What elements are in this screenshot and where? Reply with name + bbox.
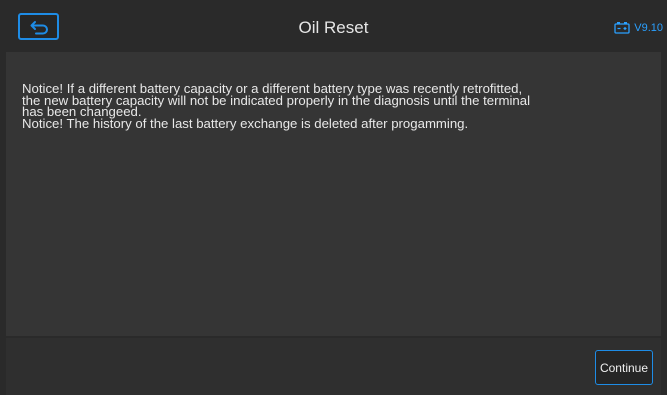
notice-message: Notice! If a different battery capacity …	[22, 82, 640, 131]
continue-button[interactable]: Continue	[595, 350, 653, 385]
version-label: V9.10	[634, 21, 663, 34]
back-arrow-icon	[28, 19, 50, 35]
title-bar: Oil Reset V9.10	[0, 0, 667, 52]
back-button[interactable]	[18, 13, 59, 40]
version-indicator: V9.10	[614, 21, 663, 34]
message-line: Notice! The history of the last battery …	[22, 115, 469, 131]
battery-icon	[614, 22, 630, 34]
footer-bar: Continue	[6, 338, 661, 395]
app-window: Oil Reset V9.10 Notice! If a different b…	[0, 0, 667, 395]
page-title: Oil Reset	[298, 18, 369, 37]
